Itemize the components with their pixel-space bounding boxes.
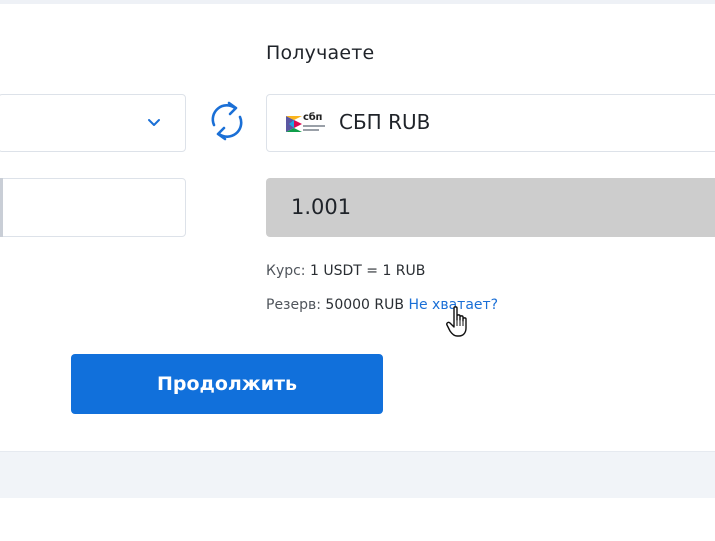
swap-arrows-icon[interactable] <box>205 99 249 143</box>
sbp-logo-tagline <box>303 125 325 127</box>
rate-value: 1 USDT = 1 RUB <box>309 263 426 279</box>
give-input-edge <box>0 178 3 237</box>
sbp-logo-tagline-2 <box>303 129 319 131</box>
receive-heading: Получаете <box>266 42 375 64</box>
sbp-logo-text: сбп <box>303 112 323 123</box>
receive-amount-value: 1.001 <box>291 195 352 219</box>
receive-currency-label: СБП RUB <box>339 110 431 134</box>
reserve-label: Резерв: <box>266 297 321 313</box>
chevron-down-icon[interactable] <box>145 115 163 131</box>
rate-label: Курс: <box>266 263 306 279</box>
exchange-rate: Курс: 1 USDT = 1 RUB <box>266 263 425 279</box>
receive-currency-select[interactable] <box>266 94 715 152</box>
reserve-value: 50000 RUB <box>325 297 404 313</box>
hand-pointer-icon <box>446 306 467 337</box>
sbp-logo: сбп <box>286 112 330 138</box>
footer-band <box>0 451 715 498</box>
sbp-logo-mark <box>286 116 302 132</box>
give-amount-input[interactable] <box>0 178 186 237</box>
continue-button[interactable]: Продолжить <box>71 354 383 414</box>
